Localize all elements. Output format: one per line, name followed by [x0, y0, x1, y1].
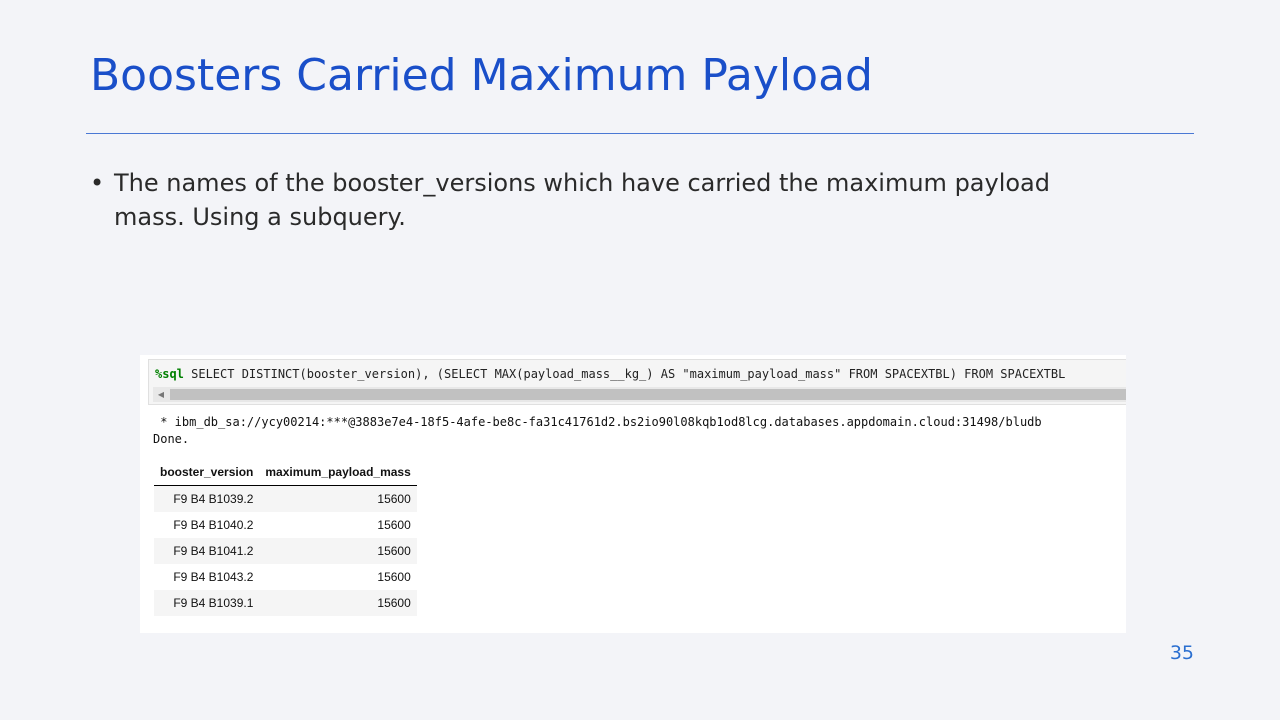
scrollbar-thumb[interactable] — [170, 389, 1126, 400]
booster-version-cell: F9 B4 B1040.2 — [173, 518, 254, 532]
title-divider — [86, 133, 1194, 134]
bullet-dot-icon: • — [90, 169, 105, 197]
booster-version-cell: F9 B4 B1043.2 — [173, 570, 254, 584]
bullet-text: The names of the booster_versions which … — [114, 169, 1050, 231]
booster-version-cell: F9 B4 B1041.2 — [154, 538, 260, 564]
column-header-booster-version: booster_version — [154, 459, 260, 486]
payload-mass-cell: 15600 — [259, 590, 417, 616]
notebook-screenshot: %sql SELECT DISTINCT(booster_version), (… — [140, 355, 1126, 633]
payload-mass-cell: 15600 — [259, 485, 417, 512]
table-row: F9 B4 B1043.2 15600 — [154, 564, 417, 590]
table-row: F9 B4 B1039.2 15600 — [154, 485, 417, 512]
cell-output: * ibm_db_sa://ycy00214:***@3883e7e4-18f5… — [153, 414, 1042, 448]
sql-query: SELECT DISTINCT(booster_version), (SELEC… — [183, 367, 1066, 381]
column-header-maximum-payload-mass: maximum_payload_mass — [259, 459, 417, 486]
code-line: %sql SELECT DISTINCT(booster_version), (… — [155, 367, 1065, 381]
scroll-left-arrow-icon[interactable]: ◀ — [153, 387, 169, 402]
result-table: booster_version maximum_payload_mass F9 … — [154, 459, 417, 616]
booster-version-cell: F9 B4 B1039.2 — [154, 485, 260, 512]
table-row: F9 B4 B1039.1 15600 — [154, 590, 417, 616]
payload-mass-cell: 15600 — [377, 570, 411, 584]
bullet-item: • The names of the booster_versions whic… — [90, 166, 1100, 234]
bullet-list: • The names of the booster_versions whic… — [90, 166, 1100, 234]
table-row: F9 B4 B1040.2 15600 — [154, 512, 417, 538]
table-row: F9 B4 B1041.2 15600 — [154, 538, 417, 564]
booster-version-cell: F9 B4 B1039.1 — [154, 590, 260, 616]
sql-magic: %sql — [155, 367, 184, 381]
table-header-row: booster_version maximum_payload_mass — [154, 459, 417, 486]
payload-mass-cell: 15600 — [259, 538, 417, 564]
horizontal-scrollbar[interactable]: ◀ — [153, 387, 1126, 402]
payload-mass-cell: 15600 — [377, 518, 411, 532]
connection-string: * ibm_db_sa://ycy00214:***@3883e7e4-18f5… — [153, 415, 1042, 429]
slide-title: Boosters Carried Maximum Payload — [90, 50, 873, 101]
page-number: 35 — [1169, 642, 1194, 664]
code-cell[interactable]: %sql SELECT DISTINCT(booster_version), (… — [148, 359, 1126, 405]
status-text: Done. — [153, 432, 190, 446]
